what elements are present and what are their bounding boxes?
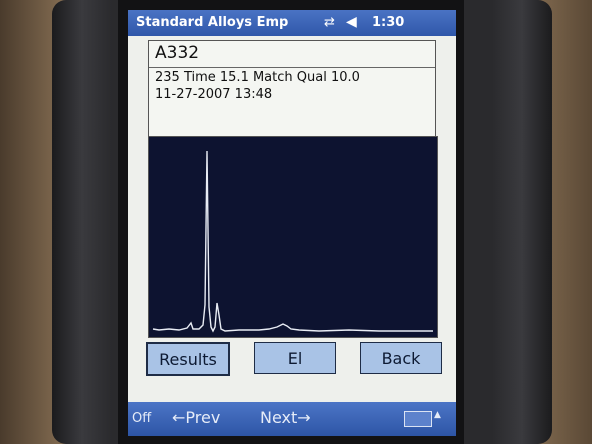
next-softkey[interactable]: Next→	[260, 408, 311, 427]
spectrum-plot	[148, 136, 438, 338]
result-info-panel: A332 235 Time 15.1 Match Qual 10.0 11-27…	[148, 40, 436, 138]
device-screen: Standard Alloys Emp ⇄ ◀ 1:30 A332 235 Ti…	[128, 10, 456, 436]
volume-icon[interactable]: ◀	[346, 14, 357, 30]
divider	[149, 67, 435, 68]
chevron-up-icon[interactable]: ▲	[434, 410, 441, 420]
app-title: Standard Alloys Emp	[136, 15, 289, 30]
connectivity-icon[interactable]: ⇄	[324, 15, 335, 30]
spectrum-trace	[152, 150, 433, 333]
el-button[interactable]: El	[254, 342, 336, 374]
soft-key-bar: Off ←Prev Next→ ▲	[128, 402, 456, 436]
alloy-name: A332	[155, 43, 200, 63]
title-bar: Standard Alloys Emp ⇄ ◀ 1:30	[128, 10, 456, 36]
results-button[interactable]: Results	[146, 342, 230, 376]
clock[interactable]: 1:30	[372, 15, 404, 30]
keyboard-icon[interactable]	[404, 411, 432, 427]
timestamp: 11-27-2007 13:48	[155, 87, 273, 102]
back-button[interactable]: Back	[360, 342, 442, 374]
off-label[interactable]: Off	[132, 411, 151, 426]
spectrum-svg	[152, 150, 433, 333]
match-details: 235 Time 15.1 Match Qual 10.0	[155, 70, 360, 85]
prev-softkey[interactable]: ←Prev	[172, 408, 220, 427]
